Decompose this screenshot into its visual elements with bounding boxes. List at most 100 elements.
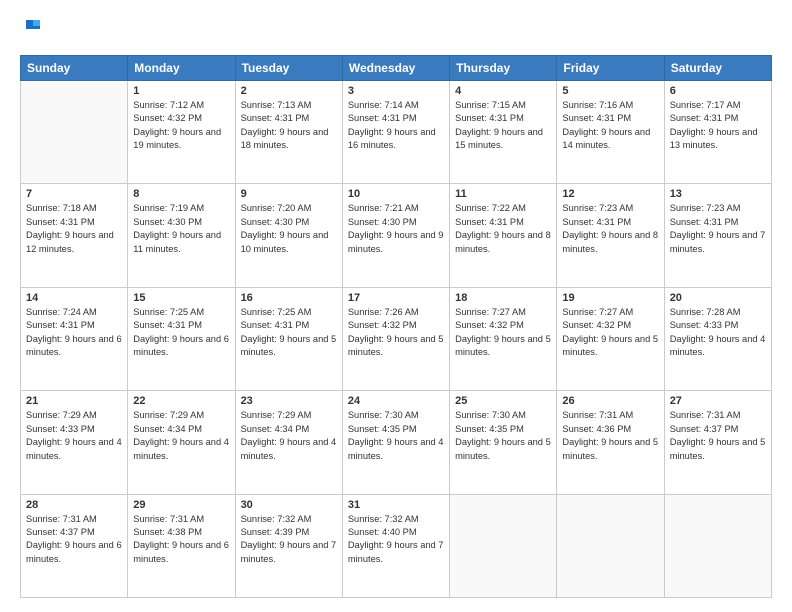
calendar-cell: 14Sunrise: 7:24 AMSunset: 4:31 PMDayligh… xyxy=(21,287,128,390)
calendar-cell: 25 Sunrise: 7:30 AMSunset: 4:35 PMDayligh… xyxy=(450,391,557,494)
logo xyxy=(20,18,44,45)
day-info: Sunrise: 7:31 AMSunset: 4:37 PMDaylight:… xyxy=(26,513,122,567)
day-number: 11 xyxy=(455,188,551,200)
day-number: 18 xyxy=(455,292,551,304)
calendar-week-row: 1 Sunrise: 7:12 AMSunset: 4:32 PMDaylight… xyxy=(21,80,772,183)
day-number: 26 xyxy=(562,395,658,407)
calendar-week-row: 14Sunrise: 7:24 AMSunset: 4:31 PMDayligh… xyxy=(21,287,772,390)
day-number: 17 xyxy=(348,292,444,304)
calendar-cell xyxy=(21,80,128,183)
calendar-cell: 3Sunrise: 7:14 AMSunset: 4:31 PMDaylight… xyxy=(342,80,449,183)
day-info: Sunrise: 7:13 AMSunset: 4:31 PMDaylight:… xyxy=(241,99,337,153)
day-number: 12 xyxy=(562,188,658,200)
calendar-day-header: Saturday xyxy=(664,55,771,80)
day-info: Sunrise: 7:27 AMSunset: 4:32 PMDaylight:… xyxy=(562,306,658,360)
calendar-day-header: Thursday xyxy=(450,55,557,80)
calendar-day-header: Monday xyxy=(128,55,235,80)
day-number: 24 xyxy=(348,395,444,407)
day-number: 7 xyxy=(26,188,122,200)
calendar-cell: 9Sunrise: 7:20 AMSunset: 4:30 PMDaylight… xyxy=(235,184,342,287)
calendar-cell: 2Sunrise: 7:13 AMSunset: 4:31 PMDaylight… xyxy=(235,80,342,183)
day-info: Sunrise: 7:29 AMSunset: 4:33 PMDaylight:… xyxy=(26,409,122,463)
day-info: Sunrise: 7:31 AMSunset: 4:37 PMDaylight:… xyxy=(670,409,766,463)
day-info: Sunrise: 7:17 AMSunset: 4:31 PMDaylight:… xyxy=(670,99,766,153)
calendar-cell: 31Sunrise: 7:32 AMSunset: 4:40 PMDayligh… xyxy=(342,494,449,597)
day-info: Sunrise: 7:27 AMSunset: 4:32 PMDaylight:… xyxy=(455,306,551,360)
calendar-cell: 18 Sunrise: 7:27 AMSunset: 4:32 PMDayligh… xyxy=(450,287,557,390)
day-info: Sunrise: 7:26 AMSunset: 4:32 PMDaylight:… xyxy=(348,306,444,360)
day-info: Sunrise: 7:24 AMSunset: 4:31 PMDaylight:… xyxy=(26,306,122,360)
day-number: 5 xyxy=(562,85,658,97)
calendar-day-header: Sunday xyxy=(21,55,128,80)
day-number: 13 xyxy=(670,188,766,200)
day-info: Sunrise: 7:16 AMSunset: 4:31 PMDaylight:… xyxy=(562,99,658,153)
page: SundayMondayTuesdayWednesdayThursdayFrid… xyxy=(0,0,792,612)
calendar-day-header: Wednesday xyxy=(342,55,449,80)
day-number: 28 xyxy=(26,499,122,511)
day-number: 20 xyxy=(670,292,766,304)
calendar-cell: 26Sunrise: 7:31 AMSunset: 4:36 PMDayligh… xyxy=(557,391,664,494)
day-number: 1 xyxy=(133,85,229,97)
calendar-cell xyxy=(450,494,557,597)
calendar-day-header: Tuesday xyxy=(235,55,342,80)
calendar-cell: 6Sunrise: 7:17 AMSunset: 4:31 PMDaylight… xyxy=(664,80,771,183)
day-info: Sunrise: 7:32 AMSunset: 4:40 PMDaylight:… xyxy=(348,513,444,567)
calendar-header-row: SundayMondayTuesdayWednesdayThursdayFrid… xyxy=(21,55,772,80)
day-info: Sunrise: 7:32 AMSunset: 4:39 PMDaylight:… xyxy=(241,513,337,567)
day-number: 4 xyxy=(455,85,551,97)
day-info: Sunrise: 7:28 AMSunset: 4:33 PMDaylight:… xyxy=(670,306,766,360)
day-info: Sunrise: 7:25 AMSunset: 4:31 PMDaylight:… xyxy=(241,306,337,360)
calendar-cell: 11Sunrise: 7:22 AMSunset: 4:31 PMDayligh… xyxy=(450,184,557,287)
calendar-cell: 15 Sunrise: 7:25 AMSunset: 4:31 PMDayligh… xyxy=(128,287,235,390)
calendar-cell: 17 Sunrise: 7:26 AMSunset: 4:32 PMDayligh… xyxy=(342,287,449,390)
day-info: Sunrise: 7:25 AMSunset: 4:31 PMDaylight:… xyxy=(133,306,229,360)
calendar-cell: 28 Sunrise: 7:31 AMSunset: 4:37 PMDayligh… xyxy=(21,494,128,597)
day-info: Sunrise: 7:12 AMSunset: 4:32 PMDaylight:… xyxy=(133,99,229,153)
day-number: 25 xyxy=(455,395,551,407)
calendar-table: SundayMondayTuesdayWednesdayThursdayFrid… xyxy=(20,55,772,598)
calendar-cell: 1 Sunrise: 7:12 AMSunset: 4:32 PMDaylight… xyxy=(128,80,235,183)
day-info: Sunrise: 7:18 AMSunset: 4:31 PMDaylight:… xyxy=(26,202,122,256)
day-info: Sunrise: 7:30 AMSunset: 4:35 PMDaylight:… xyxy=(455,409,551,463)
day-info: Sunrise: 7:31 AMSunset: 4:38 PMDaylight:… xyxy=(133,513,229,567)
day-number: 21 xyxy=(26,395,122,407)
calendar-cell: 30 Sunrise: 7:32 AMSunset: 4:39 PMDayligh… xyxy=(235,494,342,597)
day-number: 10 xyxy=(348,188,444,200)
day-info: Sunrise: 7:30 AMSunset: 4:35 PMDaylight:… xyxy=(348,409,444,463)
logo-flag-icon xyxy=(22,18,44,40)
calendar-cell: 24 Sunrise: 7:30 AMSunset: 4:35 PMDayligh… xyxy=(342,391,449,494)
calendar-week-row: 21 Sunrise: 7:29 AMSunset: 4:33 PMDayligh… xyxy=(21,391,772,494)
calendar-cell: 20 Sunrise: 7:28 AMSunset: 4:33 PMDayligh… xyxy=(664,287,771,390)
calendar-cell: 22 Sunrise: 7:29 AMSunset: 4:34 PMDayligh… xyxy=(128,391,235,494)
calendar-cell: 5 Sunrise: 7:16 AMSunset: 4:31 PMDaylight… xyxy=(557,80,664,183)
calendar-week-row: 28 Sunrise: 7:31 AMSunset: 4:37 PMDayligh… xyxy=(21,494,772,597)
calendar-cell: 16Sunrise: 7:25 AMSunset: 4:31 PMDayligh… xyxy=(235,287,342,390)
day-info: Sunrise: 7:14 AMSunset: 4:31 PMDaylight:… xyxy=(348,99,444,153)
day-number: 29 xyxy=(133,499,229,511)
header xyxy=(20,18,772,45)
calendar-cell: 29 Sunrise: 7:31 AMSunset: 4:38 PMDayligh… xyxy=(128,494,235,597)
day-number: 30 xyxy=(241,499,337,511)
calendar-day-header: Friday xyxy=(557,55,664,80)
day-info: Sunrise: 7:19 AMSunset: 4:30 PMDaylight:… xyxy=(133,202,229,256)
calendar-week-row: 7 Sunrise: 7:18 AMSunset: 4:31 PMDaylight… xyxy=(21,184,772,287)
day-number: 23 xyxy=(241,395,337,407)
calendar-cell: 13 Sunrise: 7:23 AMSunset: 4:31 PMDayligh… xyxy=(664,184,771,287)
calendar-cell: 23 Sunrise: 7:29 AMSunset: 4:34 PMDayligh… xyxy=(235,391,342,494)
day-info: Sunrise: 7:21 AMSunset: 4:30 PMDaylight:… xyxy=(348,202,444,256)
day-info: Sunrise: 7:23 AMSunset: 4:31 PMDaylight:… xyxy=(562,202,658,256)
day-info: Sunrise: 7:29 AMSunset: 4:34 PMDaylight:… xyxy=(241,409,337,463)
day-info: Sunrise: 7:29 AMSunset: 4:34 PMDaylight:… xyxy=(133,409,229,463)
calendar-cell: 12 Sunrise: 7:23 AMSunset: 4:31 PMDayligh… xyxy=(557,184,664,287)
day-info: Sunrise: 7:23 AMSunset: 4:31 PMDaylight:… xyxy=(670,202,766,256)
calendar-cell xyxy=(557,494,664,597)
calendar-cell: 27Sunrise: 7:31 AMSunset: 4:37 PMDayligh… xyxy=(664,391,771,494)
day-number: 8 xyxy=(133,188,229,200)
calendar-cell: 4 Sunrise: 7:15 AMSunset: 4:31 PMDaylight… xyxy=(450,80,557,183)
day-number: 9 xyxy=(241,188,337,200)
logo-text xyxy=(20,18,44,45)
day-number: 15 xyxy=(133,292,229,304)
calendar-cell xyxy=(664,494,771,597)
day-number: 22 xyxy=(133,395,229,407)
day-info: Sunrise: 7:15 AMSunset: 4:31 PMDaylight:… xyxy=(455,99,551,153)
